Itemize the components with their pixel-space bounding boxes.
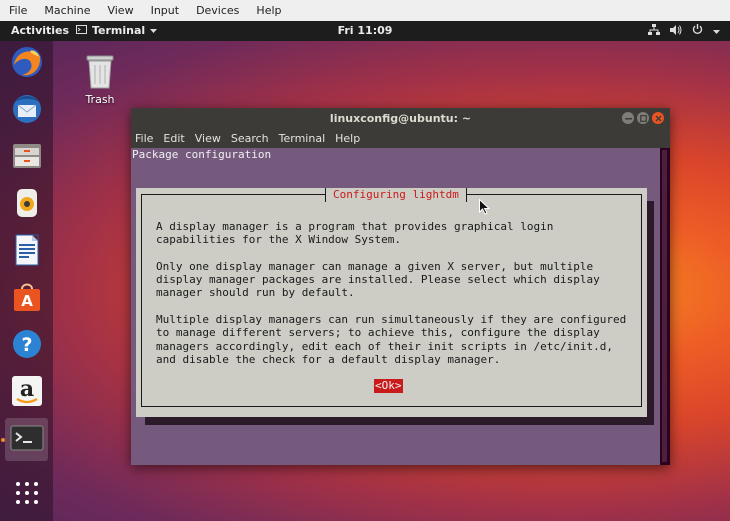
system-tray[interactable] [648,21,720,41]
dialog-frame: Configuring lightdm A display manager is… [141,188,642,407]
clock[interactable]: Fri 11:09 [338,24,393,37]
app-menu[interactable]: Terminal [76,21,158,41]
vbox-menu-devices[interactable]: Devices [187,0,247,21]
dock: A ? a [0,41,53,521]
help-icon: ? [10,327,44,365]
dock-rhythmbox[interactable] [5,183,48,226]
ok-button[interactable]: <Ok> [374,379,403,393]
dialog-message: A display manager is a program that prov… [156,220,636,380]
dock-show-applications[interactable] [5,473,48,516]
terminal-menu-view[interactable]: View [190,129,226,148]
dock-files[interactable] [5,136,48,179]
running-indicator [1,438,5,442]
app-menu-label: Terminal [92,24,146,37]
dock-firefox[interactable] [5,42,48,85]
rhythmbox-icon [10,186,44,224]
volume-icon [670,24,682,38]
thunderbird-icon [10,92,44,130]
dialog-title: Configuring lightdm [325,188,467,202]
close-icon [655,115,661,121]
svg-text:?: ? [21,334,32,356]
maximize-button[interactable] [637,112,649,124]
svg-text:a: a [19,376,33,402]
software-center-icon: A [10,280,44,318]
libreoffice-writer-icon [10,233,44,271]
minimize-button[interactable] [622,112,634,124]
chevron-down-icon [713,25,720,38]
vbox-menu-input[interactable]: Input [142,0,187,21]
terminal-menu-help[interactable]: Help [330,129,365,148]
terminal-menu-terminal[interactable]: Terminal [274,129,331,148]
svg-text:A: A [21,292,33,310]
vbox-menubar: File Machine View Input Devices Help [0,0,730,22]
debconf-dialog: Configuring lightdm A display manager is… [136,188,647,417]
dock-software[interactable]: A [5,277,48,320]
vbox-menu-file[interactable]: File [0,0,35,21]
chevron-down-icon [150,21,158,41]
dialog-paragraph: Only one display manager can manage a gi… [156,259,600,300]
vbox-menu-view[interactable]: View [98,0,141,21]
trash-label: Trash [85,93,115,106]
scrollbar-thumb[interactable] [662,150,667,462]
dialog-paragraph: A display manager is a program that prov… [156,220,554,247]
show-applications-icon [15,481,39,509]
activities-button[interactable]: Activities [11,21,69,41]
package-configuration-header: Package configuration [132,148,272,161]
amazon-icon: a [10,374,44,412]
dialog-paragraph: Multiple display managers can run simult… [156,313,627,366]
close-button[interactable] [652,112,664,124]
top-panel: Activities Terminal Fri 11:09 [0,21,730,41]
dock-amazon[interactable]: a [5,371,48,414]
dock-help[interactable]: ? [5,324,48,367]
terminal-icon [10,423,44,457]
terminal-menu-file[interactable]: File [131,129,158,148]
terminal-menubar: File Edit View Search Terminal Help [131,129,670,148]
trash-icon [85,55,115,93]
terminal-menu-edit[interactable]: Edit [158,129,189,148]
files-icon [10,139,44,177]
mouse-pointer-icon [479,198,491,219]
terminal-content[interactable]: Package configuration Configuring lightd… [131,148,660,465]
terminal-window[interactable]: linuxconfig@ubuntu: ~ File Edit View Sea… [131,108,670,465]
vbox-menu-machine[interactable]: Machine [35,0,98,21]
maximize-icon [639,114,647,122]
vbox-menu-help[interactable]: Help [247,0,289,21]
window-title: linuxconfig@ubuntu: ~ [329,112,472,125]
firefox-icon [10,45,44,83]
network-icon [648,24,660,38]
terminal-titlebar[interactable]: linuxconfig@ubuntu: ~ [131,108,670,129]
minimize-icon [624,117,632,119]
dock-thunderbird[interactable] [5,89,48,132]
dock-terminal[interactable] [5,418,48,461]
terminal-small-icon [76,21,87,41]
trash-desktop-item[interactable]: Trash [80,54,120,106]
terminal-scrollbar[interactable] [660,148,670,465]
terminal-menu-search[interactable]: Search [226,129,274,148]
power-icon [692,24,703,38]
dock-writer[interactable] [5,230,48,273]
